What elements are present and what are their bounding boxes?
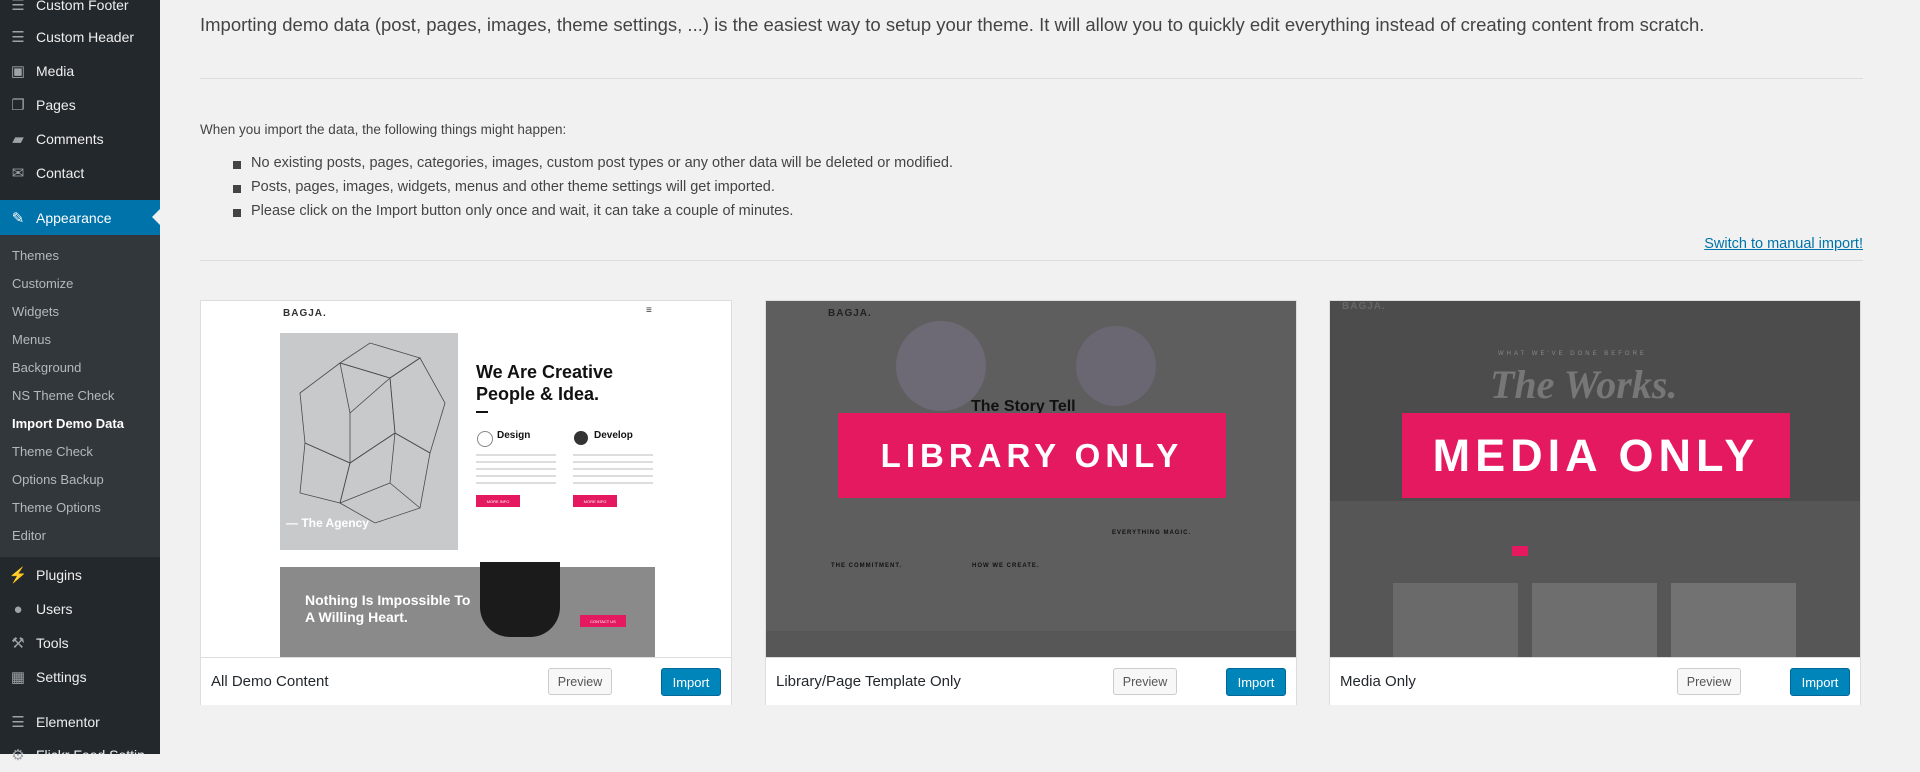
bullet-item: No existing posts, pages, categories, im… <box>232 155 954 171</box>
menu-media[interactable]: ▣ Media <box>0 54 160 88</box>
thumb-footer-strip <box>766 631 1296 657</box>
media-only-label: MEDIA ONLY <box>1402 413 1790 498</box>
menu-custom-footer[interactable]: ☰ Custom Footer <box>0 0 160 22</box>
thumb-hero-title: We Are Creative People & Idea. <box>476 362 614 404</box>
submenu-theme-options[interactable]: Theme Options <box>12 500 101 515</box>
thumb-logo: BAGJA. <box>283 308 327 319</box>
column-heading: THE COMMITMENT. <box>831 563 902 569</box>
submenu-import-demo-data[interactable]: Import Demo Data <box>12 416 124 431</box>
portfolio-image <box>1671 583 1796 657</box>
submenu-editor[interactable]: Editor <box>12 528 46 543</box>
tools-icon: ⚒ <box>11 635 25 652</box>
menu-contact[interactable]: ✉ Contact <box>0 156 160 190</box>
submenu-widgets[interactable]: Widgets <box>12 304 59 319</box>
column-heading: HOW WE CREATE. <box>972 563 1040 569</box>
filter-tab <box>1512 546 1528 556</box>
menu-icon: ☰ <box>11 29 25 46</box>
preview-button[interactable]: Preview <box>1113 668 1177 695</box>
portfolio-image <box>1532 583 1657 657</box>
submenu-background[interactable]: Background <box>12 360 81 375</box>
intro-text: Importing demo data (post, pages, images… <box>200 14 1705 35</box>
menu-elementor[interactable]: ☰ Elementor <box>0 705 160 739</box>
divider <box>200 260 1863 261</box>
media-icon: ▣ <box>10 63 26 80</box>
switch-to-manual-import-link[interactable]: Switch to manual import! <box>1704 236 1863 252</box>
preview-button[interactable]: Preview <box>548 668 612 695</box>
menu-flickr-feed[interactable]: ⚙ Flickr Feed Settin <box>0 738 160 772</box>
preview-button[interactable]: Preview <box>1677 668 1741 695</box>
menu-icon: ☰ <box>11 0 25 14</box>
demo-thumbnail[interactable]: BAGJA. ≡ — The Agency We Are Creative Pe… <box>201 301 731 657</box>
bullet-item: Posts, pages, images, widgets, menus and… <box>233 179 775 195</box>
demo-card-all-content: BAGJA. ≡ — The Agency We Are Creative Pe… <box>200 300 732 705</box>
title-underline <box>476 411 488 413</box>
mug-image <box>480 562 560 637</box>
submenu-theme-check[interactable]: Theme Check <box>12 444 93 459</box>
menu-users[interactable]: ● Users <box>0 592 160 626</box>
elementor-icon: ☰ <box>11 714 25 731</box>
card-footer: Media Only Preview Import <box>1330 657 1860 705</box>
mail-icon: ✉ <box>11 165 25 182</box>
works-title: The Works. <box>1490 362 1678 407</box>
submenu-ns-theme-check[interactable]: NS Theme Check <box>12 388 114 403</box>
gear-icon: ⚙ <box>11 747 25 764</box>
submenu-options-backup[interactable]: Options Backup <box>12 472 104 487</box>
quote-banner: Nothing Is Impossible To A Willing Heart… <box>280 562 655 657</box>
menu-settings[interactable]: ▦ Settings <box>0 660 160 694</box>
admin-sidebar: ☰ Custom Footer ☰ Custom Header ▣ Media … <box>0 0 160 764</box>
design-description <box>476 454 556 488</box>
flower-image <box>1076 326 1156 406</box>
paintbrush-icon: ✎ <box>11 209 25 227</box>
column-heading: EVERYTHING MAGIC. <box>1112 530 1192 536</box>
menu-custom-header[interactable]: ☰ Custom Header <box>0 20 160 54</box>
demo-name: Media Only <box>1340 673 1416 690</box>
card-footer: Library/Page Template Only Preview Impor… <box>766 657 1296 705</box>
demo-name: All Demo Content <box>211 673 329 690</box>
import-button[interactable]: Import <box>1790 668 1850 696</box>
thumb-logo: BAGJA. <box>1342 301 1386 312</box>
import-button[interactable]: Import <box>661 668 721 696</box>
agency-label: — The Agency <box>286 516 369 530</box>
submenu-themes[interactable]: Themes <box>12 248 59 263</box>
submenu-menus[interactable]: Menus <box>12 332 51 347</box>
develop-description <box>573 454 653 488</box>
menu-tools[interactable]: ⚒ Tools <box>0 626 160 660</box>
divider <box>200 78 1863 79</box>
menu-pages[interactable]: ❐ Pages <box>0 88 160 122</box>
feature-design: Design <box>497 430 531 441</box>
card-footer: All Demo Content Preview Import <box>201 657 731 705</box>
demo-name: Library/Page Template Only <box>776 673 961 690</box>
menu-appearance[interactable]: ✎ Appearance <box>0 200 160 235</box>
appearance-submenu: Themes Customize Widgets Menus Backgroun… <box>0 235 160 557</box>
plugins-icon: ⚡ <box>8 567 28 584</box>
more-info-button: MORE INFO <box>573 495 617 507</box>
more-info-button: MORE INFO <box>476 495 520 507</box>
menu-plugins[interactable]: ⚡ Plugins <box>0 558 160 592</box>
happen-title: When you import the data, the following … <box>200 122 567 137</box>
hamburger-icon: ≡ <box>646 305 652 316</box>
demo-card-library: BAGJA. The Story Tell LIBRARY ONLY THE C… <box>765 300 1297 705</box>
geometric-image: — The Agency <box>280 333 458 550</box>
demo-thumbnail[interactable]: BAGJA. The Story Tell LIBRARY ONLY THE C… <box>766 301 1296 657</box>
demo-thumbnail[interactable]: BAGJA. WHAT WE'VE DONE BEFORE The Works.… <box>1330 301 1860 657</box>
users-icon: ● <box>13 600 23 618</box>
design-icon <box>477 431 493 447</box>
pages-icon: ❐ <box>11 97 25 114</box>
portfolio-image <box>1393 583 1518 657</box>
library-only-label: LIBRARY ONLY <box>838 413 1226 498</box>
thumb-logo: BAGJA. <box>828 308 872 319</box>
develop-icon <box>574 431 588 445</box>
settings-icon: ▦ <box>10 669 26 686</box>
feature-develop: Develop <box>594 430 633 441</box>
menu-comments[interactable]: ▰ Comments <box>0 122 160 156</box>
submenu-customize[interactable]: Customize <box>12 276 73 291</box>
contact-us-button: CONTACT US <box>580 615 626 627</box>
comments-icon: ▰ <box>12 131 24 148</box>
demo-card-media: BAGJA. WHAT WE'VE DONE BEFORE The Works.… <box>1329 300 1861 705</box>
bullet-item: Please click on the Import button only o… <box>232 203 794 219</box>
banner-text: Nothing Is Impossible To A Willing Heart… <box>305 592 471 625</box>
import-button[interactable]: Import <box>1226 668 1286 696</box>
tagline: WHAT WE'VE DONE BEFORE <box>1498 351 1647 357</box>
